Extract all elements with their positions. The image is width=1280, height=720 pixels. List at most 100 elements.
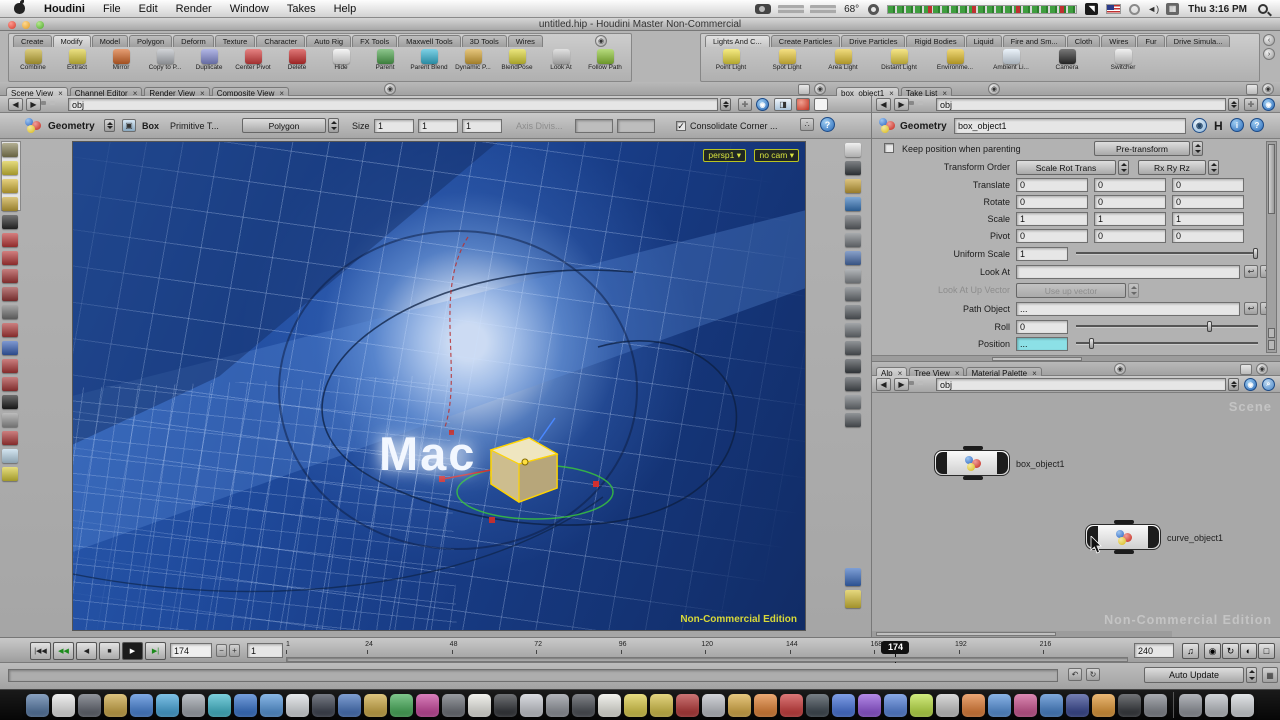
toolbar-icon[interactable] bbox=[2, 467, 18, 481]
dock-app-icon[interactable] bbox=[442, 694, 465, 717]
roll-field[interactable]: 0 bbox=[1016, 320, 1068, 334]
viewport-icon[interactable] bbox=[845, 197, 861, 211]
pivot-y-field[interactable]: 0 bbox=[1094, 229, 1166, 243]
toolbar-icon[interactable] bbox=[2, 233, 18, 247]
path-history-stepper[interactable] bbox=[720, 98, 731, 111]
shelf-tab[interactable]: Wires bbox=[508, 35, 543, 47]
viewport-icon[interactable] bbox=[845, 413, 861, 427]
slider-knob[interactable] bbox=[1207, 321, 1212, 332]
transform-order-stepper[interactable] bbox=[1118, 160, 1129, 175]
position-field[interactable]: ... bbox=[1016, 337, 1068, 351]
memory-icon[interactable]: ▦ bbox=[1262, 667, 1278, 683]
toolbar-icon[interactable] bbox=[2, 197, 18, 211]
shelf-tab[interactable]: Drive Particles bbox=[841, 35, 905, 47]
dock-app-icon[interactable] bbox=[676, 694, 699, 717]
shelf-tool[interactable]: Parent Blend bbox=[407, 48, 451, 71]
link-icon[interactable]: ◉ bbox=[1244, 378, 1257, 391]
shelf-tab[interactable]: Liquid bbox=[966, 35, 1002, 47]
scene-viewport[interactable]: Mac persp1 ▾ no cam ▾ Non-Commercial Edi… bbox=[72, 141, 806, 631]
maximize-pane-icon[interactable] bbox=[1246, 84, 1258, 95]
path-field[interactable]: obj bbox=[936, 98, 1226, 111]
dock-app-icon[interactable] bbox=[806, 694, 829, 717]
dock-app-icon[interactable] bbox=[130, 694, 153, 717]
size-y-field[interactable]: 1 bbox=[418, 119, 458, 133]
app-menu-icon[interactable]: ◥ bbox=[1085, 3, 1098, 15]
viewport-icon[interactable] bbox=[845, 143, 861, 157]
toolbar-icon[interactable] bbox=[2, 449, 18, 463]
update-mode-dropdown[interactable]: Auto Update bbox=[1144, 667, 1244, 683]
dock-app-icon[interactable] bbox=[1231, 694, 1254, 717]
dock-app-icon[interactable] bbox=[416, 694, 439, 717]
shelf-tab[interactable]: Texture bbox=[215, 35, 256, 47]
op-selector-stepper[interactable] bbox=[104, 119, 115, 132]
dock-app-icon[interactable] bbox=[364, 694, 387, 717]
dock-app-icon[interactable] bbox=[1144, 694, 1167, 717]
dock-app-icon[interactable] bbox=[624, 694, 647, 717]
viewport-icon[interactable] bbox=[845, 568, 861, 586]
translate-x-field[interactable]: 0 bbox=[1016, 178, 1088, 192]
gear-icon[interactable] bbox=[868, 4, 879, 15]
op-jump-icon[interactable]: ↩ bbox=[1244, 265, 1258, 278]
toolbar-icon[interactable] bbox=[2, 323, 18, 337]
pane-menu-icon[interactable]: ◉ bbox=[814, 83, 826, 95]
rotate-y-field[interactable]: 0 bbox=[1094, 195, 1166, 209]
transport-button[interactable]: ▶ bbox=[122, 642, 143, 660]
displays-icon[interactable]: ▦ bbox=[1166, 3, 1179, 15]
new-tab-button[interactable]: ◉ bbox=[1114, 363, 1126, 375]
menubar-item[interactable]: Help bbox=[325, 3, 366, 15]
shelf-tab[interactable]: Rigid Bodies bbox=[906, 35, 964, 47]
roll-slider[interactable] bbox=[1076, 320, 1258, 332]
pretransform-dropdown[interactable]: Pre-transform bbox=[1094, 141, 1190, 156]
viewport-icon[interactable] bbox=[845, 395, 861, 409]
node-name-field[interactable]: box_object1 bbox=[954, 118, 1186, 134]
shelf-tab[interactable]: 3D Tools bbox=[462, 35, 507, 47]
toolbar-icon[interactable] bbox=[2, 359, 18, 373]
shelf-scroll-left-button[interactable]: ‹ bbox=[1263, 34, 1275, 46]
audio-panel-button[interactable]: ♫ bbox=[1182, 643, 1199, 659]
shelf-tool[interactable]: Camera bbox=[1039, 48, 1095, 71]
viewport-icon[interactable] bbox=[845, 161, 861, 175]
scrollbar-thumb[interactable] bbox=[1268, 144, 1275, 214]
path-history-stepper[interactable] bbox=[1228, 98, 1239, 111]
apple-menu-icon[interactable] bbox=[14, 3, 25, 14]
forward-icon[interactable]: ▶ bbox=[894, 378, 909, 391]
shelf-tab[interactable]: Drive Simula... bbox=[1166, 35, 1231, 47]
update-mode-stepper[interactable] bbox=[1246, 667, 1257, 683]
position-slider[interactable] bbox=[1076, 337, 1258, 349]
transport-button[interactable]: |◀◀ bbox=[30, 642, 51, 660]
op-jump-icon[interactable]: ↩ bbox=[1244, 302, 1258, 315]
rotate-order-stepper[interactable] bbox=[1208, 160, 1219, 175]
shelf-tool[interactable]: Combine bbox=[11, 48, 55, 71]
shelf-tab[interactable]: Deform bbox=[173, 35, 214, 47]
menubar-item[interactable]: File bbox=[94, 3, 130, 15]
scale-y-field[interactable]: 1 bbox=[1094, 212, 1166, 226]
dock-app-icon[interactable] bbox=[884, 694, 907, 717]
node-output-stub[interactable] bbox=[963, 476, 983, 480]
translate-z-field[interactable]: 0 bbox=[1172, 178, 1244, 192]
node-flag[interactable] bbox=[997, 452, 1008, 474]
transport-button[interactable]: ◀ bbox=[76, 642, 97, 660]
dock-app-icon[interactable] bbox=[1040, 694, 1063, 717]
hilite-icon[interactable] bbox=[796, 98, 810, 111]
dock-app-icon[interactable] bbox=[650, 694, 673, 717]
shelf-tool[interactable]: Dynamic P... bbox=[451, 48, 495, 71]
dock-app-icon[interactable] bbox=[338, 694, 361, 717]
shelf-tab[interactable]: Polygon bbox=[129, 35, 172, 47]
dock-app-icon[interactable] bbox=[494, 694, 517, 717]
range-end-field[interactable]: 240 bbox=[1134, 643, 1174, 658]
shelf-tab[interactable]: Cloth bbox=[1067, 35, 1101, 47]
dock-app-icon[interactable] bbox=[936, 694, 959, 717]
menubar-clock[interactable]: Thu 3:16 PM bbox=[1188, 4, 1247, 15]
dock-app-icon[interactable] bbox=[182, 694, 205, 717]
maximize-pane-icon[interactable] bbox=[798, 84, 810, 95]
transport-button[interactable]: ■ bbox=[99, 642, 120, 660]
shelf-tool[interactable]: Center Pivot bbox=[231, 48, 275, 71]
toolbar-icon[interactable] bbox=[2, 341, 18, 355]
viewport-icon[interactable] bbox=[845, 233, 861, 247]
transport-button[interactable]: ◀◀ bbox=[53, 642, 74, 660]
maximize-pane-icon[interactable] bbox=[1240, 364, 1252, 375]
network-editor[interactable]: Scene Non-Commercial Edition box_object1… bbox=[872, 393, 1280, 637]
timeline-range-bar[interactable] bbox=[286, 657, 1128, 662]
shelf-tool[interactable]: Duplicate bbox=[187, 48, 231, 71]
no-cam-label[interactable]: no cam ▾ bbox=[754, 149, 799, 162]
